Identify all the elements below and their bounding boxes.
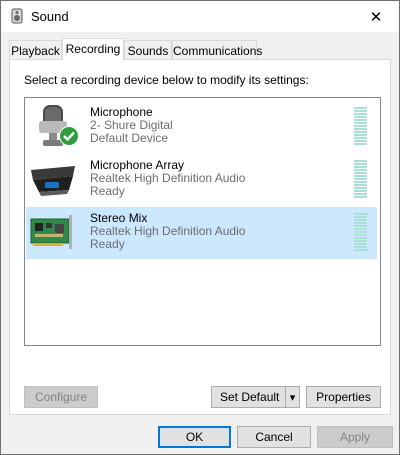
- cancel-button[interactable]: Cancel: [237, 426, 311, 448]
- device-description: Realtek High Definition Audio: [90, 171, 246, 185]
- tab-label: Recording: [65, 42, 121, 56]
- speaker-icon: [11, 8, 23, 24]
- device-item-stereo-mix[interactable]: Stereo Mix Realtek High Definition Audio…: [26, 207, 377, 259]
- recording-panel: Select a recording device below to modif…: [9, 59, 391, 415]
- device-status: Ready: [90, 237, 125, 251]
- configure-button[interactable]: Configure: [24, 386, 98, 408]
- device-name: Microphone Array: [90, 158, 185, 172]
- button-label: Configure: [34, 390, 88, 404]
- button-label: Properties: [316, 390, 371, 404]
- device-status: Ready: [90, 184, 125, 198]
- microphone-array-icon: [31, 166, 75, 196]
- properties-button[interactable]: Properties: [306, 386, 381, 408]
- device-name: Stereo Mix: [90, 211, 148, 225]
- level-meter: [354, 160, 367, 200]
- instructions-text: Select a recording device below to modif…: [24, 73, 309, 87]
- tab-label: Sounds: [127, 44, 169, 58]
- device-description: 2- Shure Digital: [90, 118, 173, 132]
- button-label: Apply: [339, 430, 371, 444]
- device-name: Microphone: [90, 105, 153, 119]
- device-status: Default Device: [90, 131, 169, 145]
- close-button[interactable]: ✕: [353, 1, 399, 32]
- sound-dialog: Sound ✕ Playback Recording Sounds Commun…: [0, 0, 400, 455]
- button-label: OK: [185, 430, 204, 444]
- tab-recording[interactable]: Recording: [62, 38, 124, 60]
- level-meter: [354, 107, 367, 147]
- device-item-microphone-array[interactable]: Microphone Array Realtek High Definition…: [26, 154, 377, 206]
- sound-card-icon: [30, 215, 72, 249]
- device-item-microphone[interactable]: Microphone 2- Shure Digital Default Devi…: [26, 101, 377, 153]
- device-description: Realtek High Definition Audio: [90, 224, 246, 238]
- tab-label: Communications: [173, 44, 263, 58]
- ok-button[interactable]: OK: [158, 426, 231, 448]
- tab-sounds[interactable]: Sounds: [124, 40, 172, 60]
- tab-communications[interactable]: Communications: [172, 40, 262, 60]
- title-bar: Sound ✕: [1, 1, 399, 32]
- tab-label: Playback: [11, 44, 60, 58]
- tab-playback[interactable]: Playback: [9, 40, 62, 60]
- set-default-dropdown[interactable]: ▾: [285, 387, 299, 407]
- device-list[interactable]: Microphone 2- Shure Digital Default Devi…: [24, 97, 381, 346]
- button-label: Set Default: [220, 390, 280, 404]
- default-check-icon: [59, 126, 79, 146]
- apply-button[interactable]: Apply: [317, 426, 393, 448]
- window-title: Sound: [31, 9, 69, 24]
- level-meter: [354, 213, 367, 253]
- chevron-down-icon: ▾: [289, 391, 296, 404]
- close-icon: ✕: [369, 8, 383, 26]
- button-label: Cancel: [255, 430, 293, 444]
- set-default-button[interactable]: Set Default ▾: [211, 386, 300, 408]
